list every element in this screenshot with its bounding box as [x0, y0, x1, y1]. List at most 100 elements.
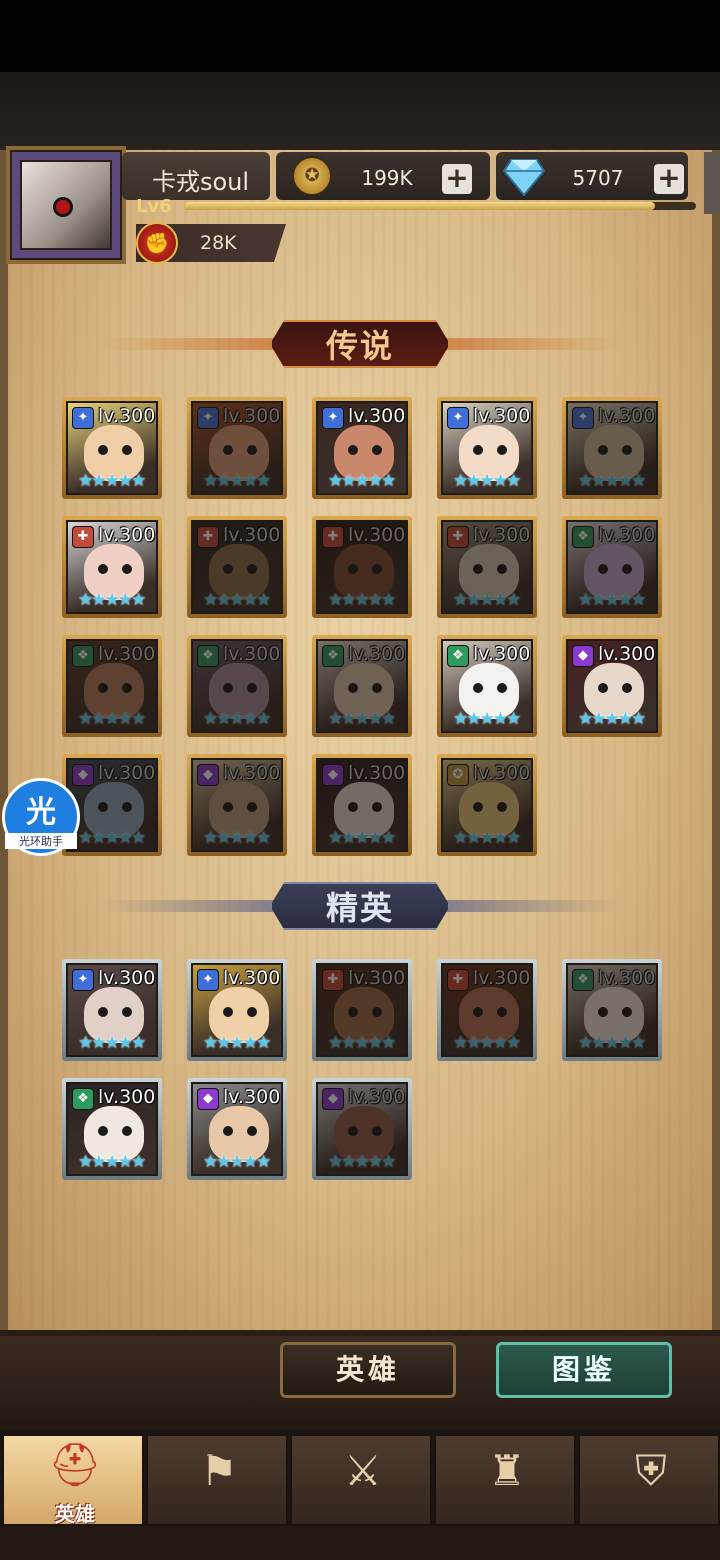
- hero-card[interactable]: ◆ lv.300 ★★★★★: [187, 754, 287, 856]
- class-icon: ❖: [572, 969, 594, 991]
- class-icon: ✚: [447, 526, 469, 548]
- top-band: [0, 72, 720, 152]
- hero-card[interactable]: ✚ lv.300 ★★★★★: [312, 959, 412, 1061]
- nav-tab-shield[interactable]: ⛨: [578, 1434, 720, 1526]
- hero-card[interactable]: ✚ lv.300 ★★★★★: [62, 516, 162, 618]
- hero-level: lv.300: [98, 524, 156, 546]
- banner-plate: 精英: [270, 882, 450, 930]
- star-rating: ★★★★★: [578, 471, 646, 491]
- hero-eye: [247, 1007, 257, 1017]
- add-coins-button[interactable]: +: [442, 164, 472, 194]
- hero-card[interactable]: ❖ lv.300 ★★★★★: [437, 635, 537, 737]
- star-rating: ★★★★★: [78, 709, 146, 729]
- hero-card[interactable]: ✦ lv.300 ★★★★★: [562, 397, 662, 499]
- hero-card[interactable]: ❖ lv.300 ★★★★★: [187, 635, 287, 737]
- star-rating: ★★★★★: [78, 471, 146, 491]
- side-tab[interactable]: [704, 152, 720, 214]
- hero-eye: [497, 445, 507, 455]
- hero-card[interactable]: ✦ lv.300 ★★★★★: [312, 397, 412, 499]
- star-rating: ★★★★★: [328, 471, 396, 491]
- hero-card[interactable]: ◆ lv.300 ★★★★★: [187, 1078, 287, 1180]
- nav-bottom-strip: [0, 1526, 720, 1560]
- hero-eye: [473, 564, 483, 574]
- hero-eye: [372, 683, 382, 693]
- hero-card[interactable]: ✦ lv.300 ★★★★★: [437, 397, 537, 499]
- hero-card[interactable]: ✦ lv.300 ★★★★★: [187, 397, 287, 499]
- hero-card[interactable]: ✦ lv.300 ★★★★★: [62, 959, 162, 1061]
- hero-eye: [98, 1007, 108, 1017]
- class-icon: ❖: [72, 645, 94, 667]
- hero-eye: [122, 683, 132, 693]
- hero-card[interactable]: ❖ lv.300 ★★★★★: [312, 635, 412, 737]
- star-rating: ★★★★★: [78, 1152, 146, 1172]
- hero-card[interactable]: ✚ lv.300 ★★★★★: [437, 959, 537, 1061]
- status-bar: [0, 0, 720, 72]
- hero-eye: [122, 802, 132, 812]
- avatar-eye: [56, 200, 70, 214]
- hero-level: lv.300: [98, 643, 156, 665]
- hero-face: [584, 425, 644, 481]
- hero-card[interactable]: ◆ lv.300 ★★★★★: [312, 1078, 412, 1180]
- hero-level: lv.300: [473, 405, 531, 427]
- hero-eye: [122, 564, 132, 574]
- class-icon: ✪: [447, 764, 469, 786]
- hero-eye: [497, 683, 507, 693]
- class-icon: ✦: [72, 407, 94, 429]
- hero-portrait: ❖ lv.300 ★★★★★: [66, 1082, 158, 1176]
- hero-level: lv.300: [98, 1086, 156, 1108]
- hero-card[interactable]: ❖ lv.300 ★★★★★: [62, 1078, 162, 1180]
- hero-face: [334, 1106, 394, 1162]
- hero-card[interactable]: ❖ lv.300 ★★★★★: [62, 635, 162, 737]
- star-rating: ★★★★★: [578, 590, 646, 610]
- assistant-glyph: 光: [26, 795, 56, 830]
- hero-eye: [348, 564, 358, 574]
- codex-button[interactable]: 图鉴: [496, 1342, 672, 1398]
- hero-portrait: ✚ lv.300 ★★★★★: [316, 520, 408, 614]
- hero-card[interactable]: ✚ lv.300 ★★★★★: [312, 516, 412, 618]
- hero-eye: [223, 564, 233, 574]
- nav-tab-swords[interactable]: ⚔: [290, 1434, 432, 1526]
- hero-card[interactable]: ✚ lv.300 ★★★★★: [437, 516, 537, 618]
- hero-level: lv.300: [223, 405, 281, 427]
- hero-level: lv.300: [598, 967, 656, 989]
- nav-tab-helmet[interactable]: ⛑ 英雄: [2, 1434, 144, 1526]
- hero-card[interactable]: ✚ lv.300 ★★★★★: [187, 516, 287, 618]
- hero-eye: [473, 445, 483, 455]
- hero-card[interactable]: ✪ lv.300 ★★★★★: [437, 754, 537, 856]
- hero-portrait: ❖ lv.300 ★★★★★: [566, 963, 658, 1057]
- hero-eye: [223, 1126, 233, 1136]
- hero-card[interactable]: ❖ lv.300 ★★★★★: [562, 959, 662, 1061]
- assistant-bubble[interactable]: 光 光环助手: [2, 778, 80, 856]
- class-icon: ✚: [72, 526, 94, 548]
- hero-face: [334, 544, 394, 600]
- hero-eye: [223, 683, 233, 693]
- coin-icon: ✪: [292, 156, 332, 196]
- hero-card[interactable]: ◆ lv.300 ★★★★★: [312, 754, 412, 856]
- class-icon: ◆: [572, 645, 594, 667]
- star-rating: ★★★★★: [203, 471, 271, 491]
- add-gems-button[interactable]: +: [654, 164, 684, 194]
- hero-level: lv.300: [598, 643, 656, 665]
- hero-eye: [122, 1007, 132, 1017]
- nav-tab-castle[interactable]: ♜: [434, 1434, 576, 1526]
- hero-card[interactable]: ❖ lv.300 ★★★★★: [562, 516, 662, 618]
- hero-level: lv.300: [98, 762, 156, 784]
- player-level: Lv6: [136, 196, 172, 217]
- player-avatar[interactable]: [6, 146, 126, 264]
- hero-portrait: ✦ lv.300 ★★★★★: [566, 401, 658, 495]
- hero-eye: [473, 683, 483, 693]
- hero-card[interactable]: ✦ lv.300 ★★★★★: [187, 959, 287, 1061]
- hero-level: lv.300: [348, 643, 406, 665]
- hero-card[interactable]: ◆ lv.300 ★★★★★: [562, 635, 662, 737]
- hero-card[interactable]: ✦ lv.300 ★★★★★: [62, 397, 162, 499]
- heroes-button[interactable]: 英雄: [280, 1342, 456, 1398]
- class-icon: ✦: [72, 969, 94, 991]
- hero-eye: [247, 1126, 257, 1136]
- hero-level: lv.300: [473, 762, 531, 784]
- gem-value: 5707: [572, 166, 624, 190]
- castle-icon: ♜: [488, 1446, 526, 1495]
- hero-face: [84, 663, 144, 719]
- hero-portrait: ✚ lv.300 ★★★★★: [66, 520, 158, 614]
- hero-eye: [622, 564, 632, 574]
- nav-tab-flag[interactable]: ⚑: [146, 1434, 288, 1526]
